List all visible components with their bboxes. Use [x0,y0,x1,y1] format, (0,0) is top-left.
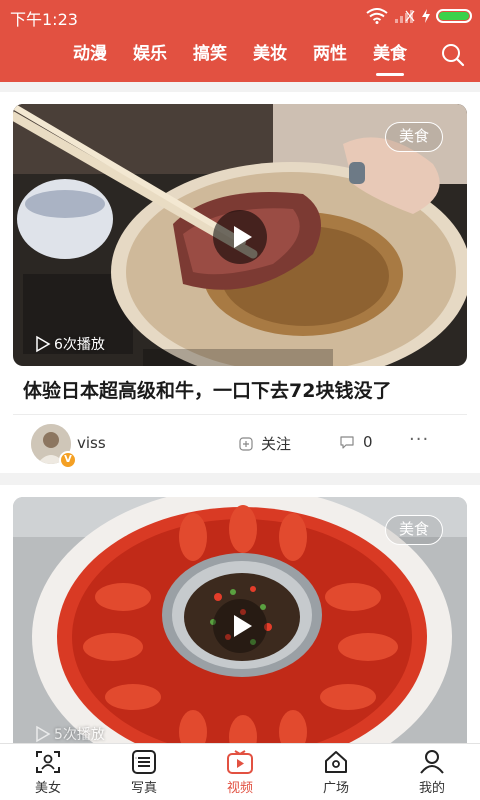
video-card: 美食 6次播放 体验日本超高级和牛，一口下去72块钱没了 V viss 关注 0… [0,92,480,473]
status-bar: 下午1:23 [0,0,480,32]
nav-photos[interactable]: 写真 [96,744,192,800]
tab-gender[interactable]: 两性 [300,40,360,70]
play-button[interactable] [213,210,267,264]
home-icon [325,751,347,773]
video-thumbnail[interactable]: 美食 6次播放 [13,104,467,366]
category-badge: 美食 [385,122,443,152]
video-meta: V viss 关注 0 ··· [13,415,467,473]
author-name[interactable]: viss [77,434,106,452]
tab-food[interactable]: 美食 [360,40,420,76]
play-button[interactable] [213,599,267,653]
nav-square[interactable]: 广场 [288,744,384,800]
video-thumbnail[interactable]: 美食 5次播放 [13,497,467,752]
bottom-navigation: 美女 写真 视频 广场 我的 [0,743,480,800]
nav-beauty[interactable]: 美女 [0,744,96,800]
nav-label: 写真 [130,781,157,796]
nav-label: 视频 [226,781,253,796]
play-count-text: 5次播放 [54,727,105,743]
wifi-icon [366,8,388,24]
nav-label: 我的 [418,781,445,796]
nav-mine[interactable]: 我的 [384,744,480,800]
list-icon [132,750,156,774]
comment-button[interactable]: 0 [339,433,373,451]
nav-label: 广场 [322,781,349,796]
plus-icon [239,436,253,451]
follow-label: 关注 [261,435,292,453]
status-icons [366,7,472,25]
video-feed: 美食 6次播放 体验日本超高级和牛，一口下去72块钱没了 V viss 关注 0… [0,92,480,752]
nav-video[interactable]: 视频 [192,744,288,800]
play-count: 5次播放 [35,724,105,744]
top-header: 下午1:23 动漫 娱乐 搞笑 美妆 两性 美食 [0,0,480,82]
play-icon [36,335,51,353]
follow-button[interactable]: 关注 [239,433,291,454]
more-icon[interactable]: ··· [409,429,429,450]
play-icon [36,725,51,743]
video-title[interactable]: 体验日本超高级和牛，一口下去72块钱没了 [13,366,467,415]
tab-anime[interactable]: 动漫 [60,40,120,70]
play-count: 6次播放 [35,334,105,354]
nav-label: 美女 [34,781,61,796]
signal-icon [395,10,415,23]
charging-icon [422,9,430,23]
verified-badge: V [59,451,77,469]
tab-entertainment[interactable]: 娱乐 [120,40,180,70]
battery-icon [436,9,472,23]
search-icon[interactable] [440,42,466,68]
play-count-text: 6次播放 [54,337,105,353]
comment-icon [340,435,354,449]
video-card: 美食 5次播放 [0,485,480,752]
category-tabs: 动漫 娱乐 搞笑 美妆 两性 美食 [60,40,420,76]
video-icon [227,750,253,774]
category-badge: 美食 [385,515,443,545]
profile-icon [420,750,444,774]
comment-count: 0 [363,433,373,451]
scan-icon [36,751,60,773]
tab-beauty[interactable]: 美妆 [240,40,300,70]
tab-funny[interactable]: 搞笑 [180,40,240,70]
status-time: 下午1:23 [10,10,78,29]
